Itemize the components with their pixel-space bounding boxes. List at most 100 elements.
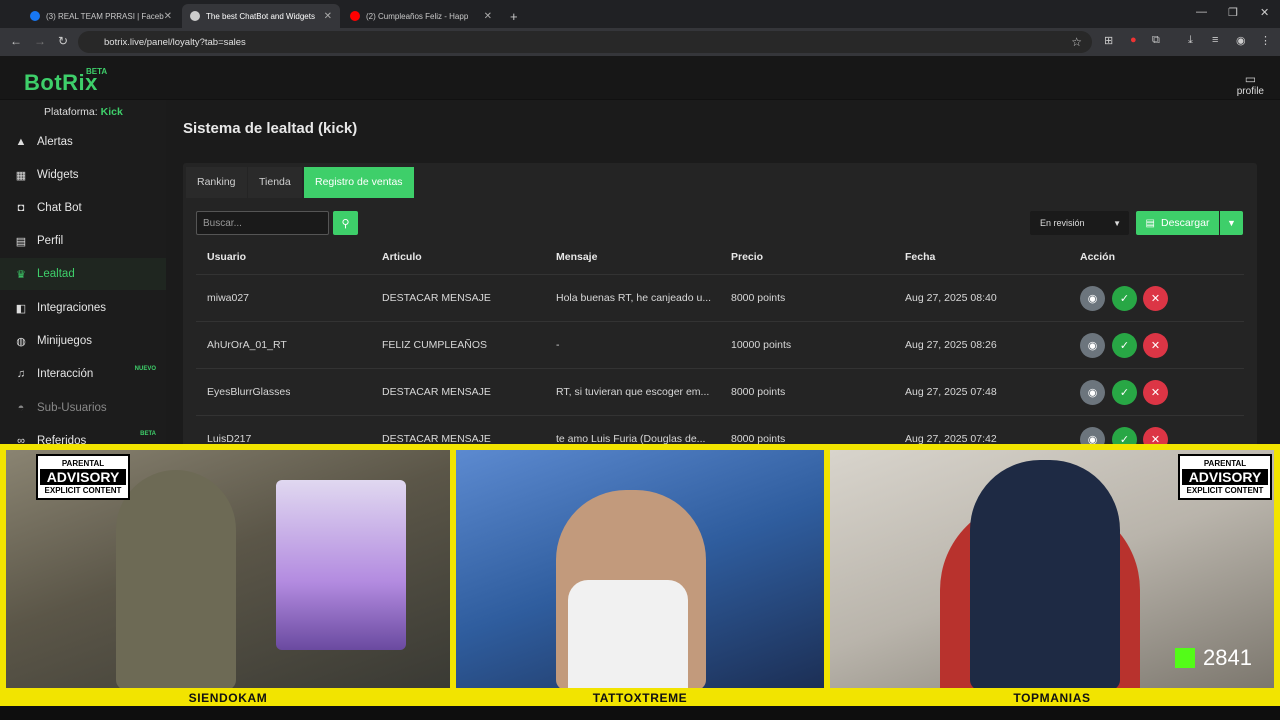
sidebar-item-widgets[interactable]: ▦ Widgets	[0, 159, 166, 191]
download-options-button[interactable]: ▼	[1220, 211, 1243, 235]
window-close-icon[interactable]: ✕	[1260, 6, 1269, 19]
id-card-icon: ▤	[15, 235, 27, 248]
file-excel-icon: ▤	[1145, 217, 1155, 229]
table-row: EyesBlurrGlasses DESTACAR MENSAJE RT, si…	[196, 368, 1244, 415]
streamer-silhouette	[116, 470, 236, 688]
youtube-icon	[350, 11, 360, 21]
sidebar-item-label: Alertas	[37, 136, 73, 148]
gamepad-icon: ◍	[16, 335, 26, 348]
download-icon[interactable]: ⤓	[1188, 34, 1193, 47]
search-icon: ⚲	[341, 217, 350, 230]
cell-message: Hola buenas RT, he canjeado u...	[556, 292, 712, 304]
sidebar-item-sub-usuarios[interactable]: ◓ Sub-Usuarios	[0, 392, 166, 424]
grid-icon: ▦	[15, 169, 27, 182]
tab-tienda[interactable]: Tienda	[248, 167, 302, 198]
sidebar-item-label: Sub-Usuarios	[37, 402, 107, 414]
puzzle-icon[interactable]: ⧉	[1152, 34, 1160, 47]
cell-message: -	[556, 339, 560, 351]
sidebar-item-minijuegos[interactable]: ◍ Minijuegos	[0, 325, 166, 357]
x-icon: ✕	[1150, 293, 1161, 305]
music-icon: ♫	[16, 368, 26, 380]
table-row: miwa027 DESTACAR MENSAJE Hola buenas RT,…	[196, 274, 1244, 321]
parental-advisory-logo: PARENTAL ADVISORY EXPLICIT CONTENT	[1178, 454, 1272, 500]
reject-button[interactable]: ✕	[1143, 333, 1168, 358]
sidebar-item-label: Minijuegos	[37, 335, 92, 347]
column-header-mensaje: Mensaje	[556, 251, 598, 263]
cell-date: Aug 27, 2025 08:40	[905, 292, 997, 304]
status-filter-select[interactable]: En revisión ▼	[1030, 211, 1129, 235]
trophy-icon: ♛	[16, 268, 26, 281]
logo-beta-badge: BETA	[86, 67, 108, 76]
sidebar: Plataforma: Kick ▲ Alertas ▦ Widgets ◘ C…	[0, 100, 166, 447]
sidebar-item-label: Widgets	[37, 169, 79, 181]
webcam-tattoxtreme	[456, 450, 824, 688]
bookmark-star-icon[interactable]: ☆	[1071, 35, 1082, 49]
cell-price: 8000 points	[731, 386, 786, 398]
browser-tab-botrix[interactable]: The best ChatBot and Widgets ✕	[182, 4, 340, 28]
cell-user: EyesBlurrGlasses	[207, 386, 291, 398]
sidebar-item-lealtad[interactable]: ♛ Lealtad	[0, 258, 166, 290]
loyalty-card: Ranking Tienda Registro de ventas Buscar…	[183, 163, 1257, 453]
browser-tab-youtube[interactable]: (2) Cumpleaños Feliz - Happ ✕	[342, 4, 500, 28]
translate-icon[interactable]: ⊞	[1104, 34, 1113, 47]
tab-registro-de-ventas[interactable]: Registro de ventas	[304, 167, 414, 198]
search-input[interactable]: Buscar...	[196, 211, 329, 235]
chevron-down-icon: ▼	[1227, 218, 1236, 228]
close-icon[interactable]: ✕	[484, 11, 492, 22]
column-header-accion: Acción	[1080, 251, 1116, 263]
reject-button[interactable]: ✕	[1143, 380, 1168, 405]
account-icon[interactable]: ◉	[1236, 34, 1246, 47]
x-icon: ✕	[1150, 340, 1161, 352]
approve-button[interactable]: ✓	[1112, 333, 1137, 358]
sidebar-item-label: Chat Bot	[37, 202, 82, 214]
tab-label: (3) REAL TEAM PRRASI | Facebo	[46, 11, 164, 21]
main-content: Sistema de lealtad (kick) Ranking Tienda…	[166, 100, 1280, 453]
tab-ranking[interactable]: Ranking	[186, 167, 247, 198]
sidebar-item-chat-bot[interactable]: ◘ Chat Bot	[0, 192, 166, 224]
profile-button[interactable]: ▭ profile	[1237, 72, 1264, 97]
download-button[interactable]: ▤ Descargar	[1136, 211, 1219, 235]
sidebar-item-alertas[interactable]: ▲ Alertas	[0, 126, 166, 158]
sidebar-item-perfil[interactable]: ▤ Perfil	[0, 225, 166, 257]
platform-label: Plataforma:	[44, 106, 98, 118]
reload-icon[interactable]: ↻	[58, 34, 68, 48]
windows-taskbar	[0, 706, 1280, 720]
eye-icon: ◉	[1087, 293, 1098, 305]
approve-button[interactable]: ✓	[1112, 380, 1137, 405]
approve-button[interactable]: ✓	[1112, 286, 1137, 311]
close-icon[interactable]: ✕	[324, 11, 332, 22]
browser-tab-facebook[interactable]: (3) REAL TEAM PRRASI | Facebo ✕	[22, 4, 180, 28]
sidebar-item-integraciones[interactable]: ◧ Integraciones	[0, 292, 166, 324]
profile-image-icon: ▭	[1244, 72, 1257, 86]
cell-item: FELIZ CUMPLEAÑOS	[382, 339, 488, 351]
search-button[interactable]: ⚲	[333, 211, 358, 235]
new-tab-button[interactable]: +	[502, 4, 522, 28]
new-badge: NUEVO	[134, 366, 156, 372]
sidebar-item-label: Interacción	[37, 368, 94, 380]
sidebar-item-interaccion[interactable]: ♫ Interacción NUEVO	[0, 358, 166, 390]
restore-icon[interactable]: ❐	[1228, 6, 1238, 19]
pc-case-image	[276, 480, 406, 650]
back-icon[interactable]: ←	[10, 34, 22, 48]
reject-button[interactable]: ✕	[1143, 286, 1168, 311]
view-button[interactable]: ◉	[1080, 333, 1105, 358]
menu-icon[interactable]: ⋮	[1260, 34, 1271, 47]
download-label: Descargar	[1161, 217, 1210, 229]
extension-icon[interactable]: ●	[1130, 34, 1137, 46]
platform-indicator: Plataforma: Kick	[44, 106, 123, 118]
url-text: botrix.live/panel/loyalty?tab=sales	[104, 36, 246, 48]
view-button[interactable]: ◉	[1080, 286, 1105, 311]
stream-webcam-overlay: PARENTAL ADVISORY EXPLICIT CONTENT SIEND…	[0, 444, 1280, 720]
minimize-icon[interactable]: —	[1196, 6, 1207, 18]
view-button[interactable]: ◉	[1080, 380, 1105, 405]
eye-icon: ◉	[1087, 340, 1098, 352]
eye-icon: ◉	[1087, 387, 1098, 399]
url-field[interactable]: botrix.live/panel/loyalty?tab=sales ☆	[78, 31, 1092, 53]
tab-label: (2) Cumpleaños Feliz - Happ	[366, 11, 469, 21]
forward-icon[interactable]: →	[34, 34, 46, 48]
media-icon[interactable]: ≡	[1212, 34, 1218, 46]
close-icon[interactable]: ✕	[164, 11, 172, 22]
check-icon: ✓	[1119, 293, 1130, 305]
x-icon: ✕	[1150, 387, 1161, 399]
webcam-name-tattoxtreme: TATTOXTREME	[592, 691, 688, 705]
